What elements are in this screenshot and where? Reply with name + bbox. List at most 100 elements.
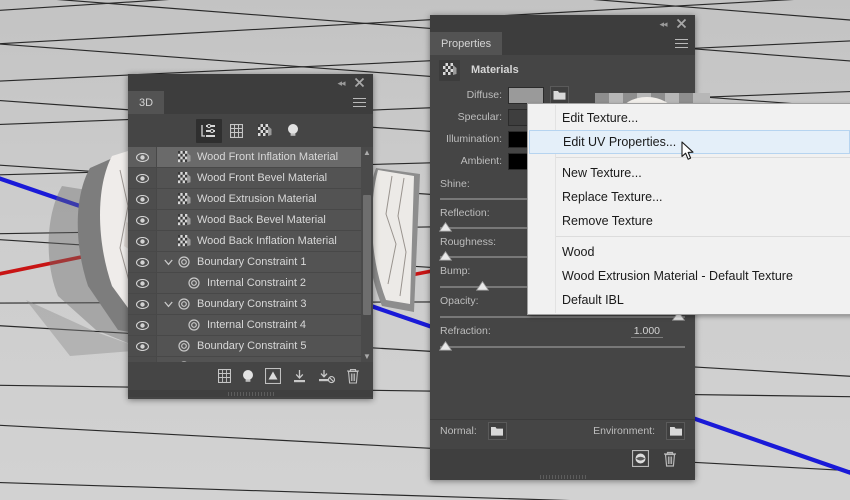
3d-scene-list[interactable]: Wood Front Inflation Material Wood Front … <box>128 147 373 362</box>
load-material-icon[interactable] <box>631 449 650 472</box>
collapse-icon[interactable]: ◂◂ <box>335 78 347 88</box>
menu-item[interactable]: Wood Extrusion Material - Default Textur… <box>528 264 850 288</box>
materials-filter-icon[interactable] <box>252 119 278 143</box>
chevron-down-icon[interactable] <box>161 301 175 308</box>
list-item-label: Boundary Constraint 5 <box>197 340 307 352</box>
list-scrollbar[interactable]: ▲ ▼ <box>361 147 373 362</box>
visibility-eye-icon[interactable] <box>128 294 157 314</box>
slider-track[interactable] <box>438 340 685 351</box>
slider-label: Shine: <box>440 178 470 190</box>
remove-constraint-icon[interactable] <box>318 369 335 384</box>
slider-knob[interactable] <box>438 219 453 232</box>
swatch-label: Illumination: <box>445 133 502 145</box>
add-mesh-icon[interactable] <box>218 369 231 383</box>
visibility-eye-icon[interactable] <box>128 147 157 167</box>
color-swatch[interactable] <box>508 86 544 104</box>
swatch-row: Diffuse: <box>440 85 685 105</box>
3d-scene-rows: Wood Front Inflation Material Wood Front … <box>128 147 373 362</box>
properties-footer[interactable] <box>430 449 695 473</box>
scrollbar-thumb[interactable] <box>363 195 371 315</box>
normal-label: Normal: <box>440 425 477 437</box>
slider-track[interactable] <box>440 310 685 321</box>
menu-item[interactable]: Edit UV Properties... <box>529 130 850 154</box>
constraint-icon <box>175 298 193 310</box>
list-item-label: Internal Constraint 2 <box>207 277 307 289</box>
list-item[interactable]: Boundary Constraint 6 <box>128 357 373 362</box>
list-item[interactable]: Wood Back Inflation Material <box>128 231 373 252</box>
close-icon[interactable] <box>354 77 366 88</box>
tab-properties[interactable]: Properties <box>430 32 503 55</box>
chevron-down-icon[interactable] <box>161 259 175 266</box>
material-icon <box>175 192 193 206</box>
mesh-filter-icon[interactable] <box>224 119 250 143</box>
slider-value[interactable]: 1.000 <box>630 325 663 338</box>
close-icon[interactable] <box>676 18 688 29</box>
swatch-label: Diffuse: <box>466 89 502 101</box>
list-item[interactable]: Internal Constraint 2 <box>128 273 373 294</box>
menu-item[interactable]: New Texture... <box>528 161 850 185</box>
list-item[interactable]: Wood Back Bevel Material <box>128 210 373 231</box>
3d-filter-toolbar[interactable] <box>128 114 373 147</box>
slider-label: Bump: <box>440 265 471 277</box>
visibility-eye-icon[interactable] <box>128 168 157 188</box>
visibility-eye-icon[interactable] <box>128 231 157 251</box>
environment-map-folder[interactable] <box>666 422 685 440</box>
constraint-icon <box>175 340 193 352</box>
normal-map-folder[interactable] <box>487 422 507 440</box>
3d-panel-footer[interactable] <box>128 362 373 390</box>
list-item[interactable]: Boundary Constraint 1 <box>128 252 373 273</box>
menu-item[interactable]: Remove Texture <box>528 209 850 233</box>
delete-icon[interactable] <box>663 451 677 472</box>
3d-panel[interactable]: ◂◂ 3D Wood Front Inflation Material Wood… <box>128 74 373 399</box>
panel-menu-icon[interactable] <box>675 38 688 49</box>
3d-panel-resize-grip[interactable] <box>128 390 373 397</box>
constraint-icon <box>175 361 193 362</box>
scroll-up-icon[interactable]: ▲ <box>361 147 373 158</box>
materials-section-header: Materials <box>430 55 695 85</box>
constraint-icon <box>185 319 203 331</box>
context-menu-items: Edit Texture... Edit UV Properties... New … <box>528 106 850 312</box>
visibility-eye-icon[interactable] <box>128 357 157 362</box>
visibility-eye-icon[interactable] <box>128 273 157 293</box>
delete-icon[interactable] <box>346 368 360 384</box>
menu-item[interactable]: Replace Texture... <box>528 185 850 209</box>
3d-panel-titlebar[interactable]: ◂◂ <box>128 74 373 91</box>
properties-tabbar[interactable]: Properties <box>430 32 695 55</box>
menu-item[interactable]: Wood <box>528 240 850 264</box>
visibility-eye-icon[interactable] <box>128 189 157 209</box>
panel-menu-icon[interactable] <box>353 97 366 108</box>
slider-knob[interactable] <box>475 278 489 291</box>
visibility-eye-icon[interactable] <box>128 210 157 230</box>
list-item-label: Boundary Constraint 1 <box>197 256 307 268</box>
collapse-icon[interactable]: ◂◂ <box>657 19 669 29</box>
list-item[interactable]: Wood Front Inflation Material <box>128 147 373 168</box>
list-item-label: Boundary Constraint 6 <box>197 361 306 362</box>
add-light-icon[interactable] <box>242 369 254 384</box>
list-item[interactable]: Boundary Constraint 3 <box>128 294 373 315</box>
properties-titlebar[interactable]: ◂◂ <box>430 15 695 32</box>
list-item[interactable]: Wood Front Bevel Material <box>128 168 373 189</box>
list-item[interactable]: Boundary Constraint 5 <box>128 336 373 357</box>
lights-filter-icon[interactable] <box>280 119 306 143</box>
add-constraint-icon[interactable] <box>292 369 307 384</box>
menu-item[interactable]: Default IBL <box>528 288 850 312</box>
list-item[interactable]: Internal Constraint 4 <box>128 315 373 336</box>
scene-filter-icon[interactable] <box>195 118 222 143</box>
menu-item[interactable]: Edit Texture... <box>528 106 850 130</box>
3d-panel-tabbar[interactable]: 3D <box>128 91 373 114</box>
scroll-down-icon[interactable]: ▼ <box>361 351 373 362</box>
texture-folder-button[interactable] <box>550 86 569 104</box>
visibility-eye-icon[interactable] <box>128 336 157 356</box>
slider-knob[interactable] <box>438 248 453 261</box>
tab-3d[interactable]: 3D <box>128 91 165 114</box>
menu-separator <box>556 236 850 237</box>
material-icon <box>175 171 193 185</box>
visibility-eye-icon[interactable] <box>128 252 157 272</box>
render-icon[interactable] <box>265 368 281 384</box>
properties-resize-grip[interactable] <box>430 473 695 480</box>
visibility-eye-icon[interactable] <box>128 315 157 335</box>
texture-context-menu[interactable]: Edit Texture... Edit UV Properties... New … <box>527 103 850 315</box>
material-icon <box>175 150 193 164</box>
slider-knob[interactable] <box>438 338 453 351</box>
list-item[interactable]: Wood Extrusion Material <box>128 189 373 210</box>
